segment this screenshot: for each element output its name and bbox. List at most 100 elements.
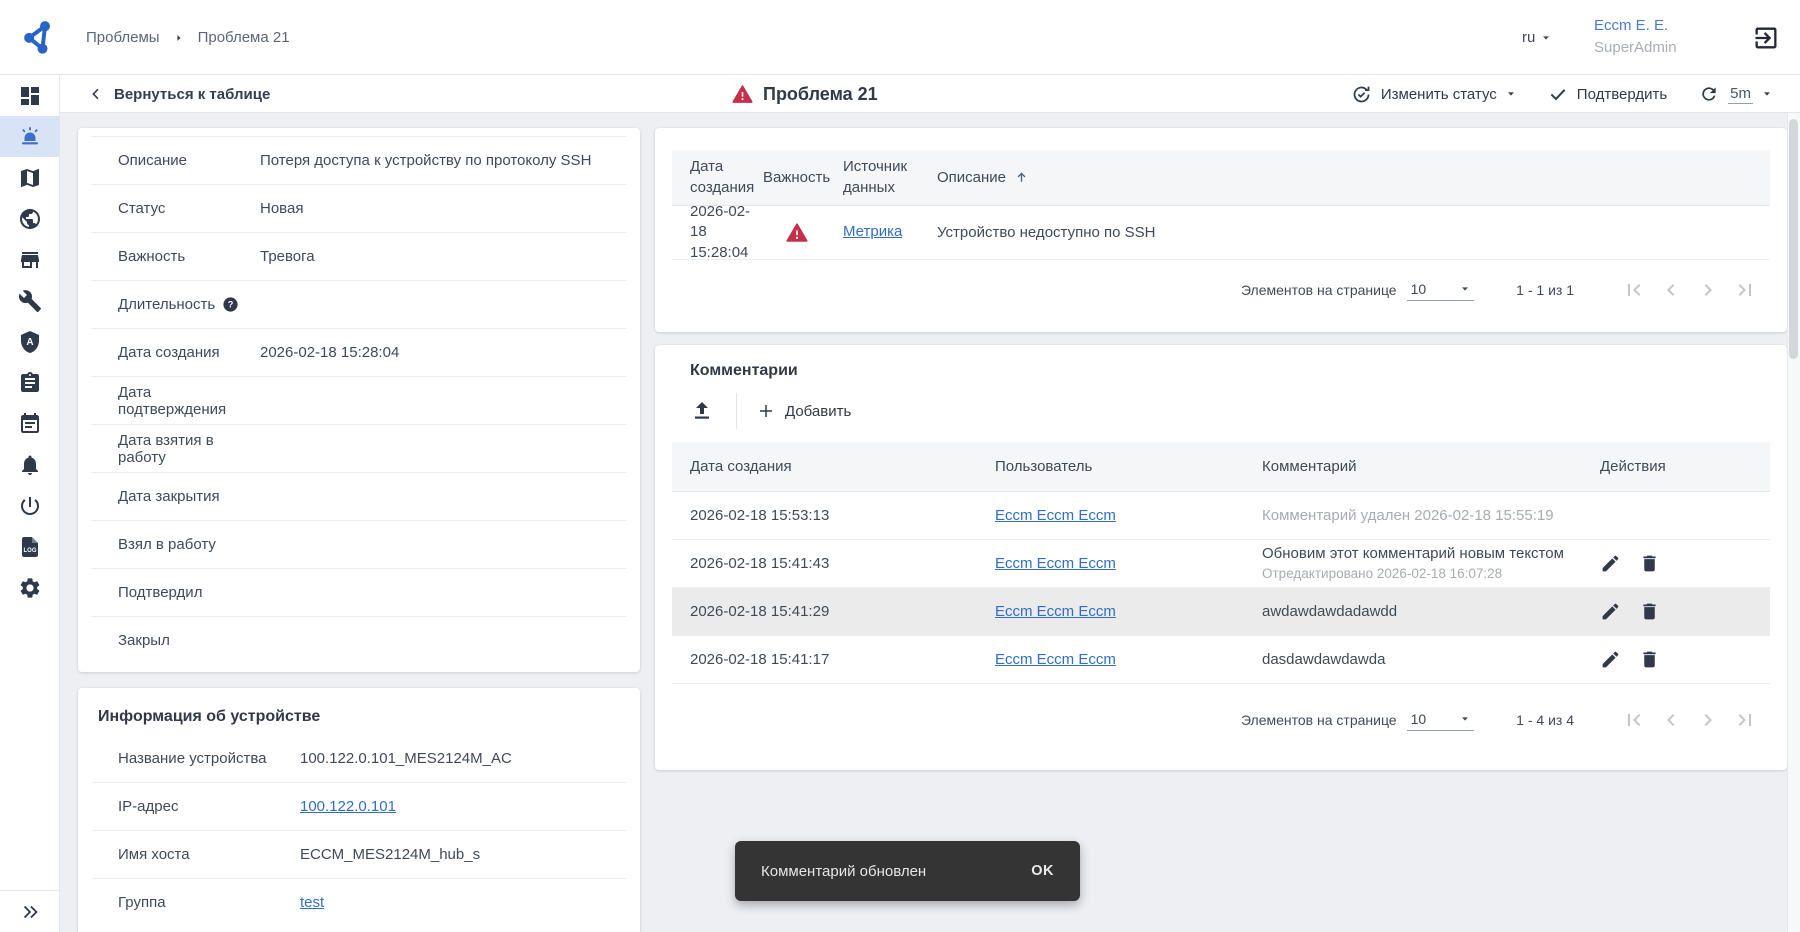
comment-text: dasdawdawdawda — [1255, 650, 1580, 670]
sidebar-item-map[interactable] — [0, 157, 60, 198]
chevron-down-icon — [1506, 89, 1516, 99]
ip-address-link[interactable]: 100.122.0.101 — [300, 798, 396, 815]
chevron-down-icon — [1541, 33, 1551, 43]
page-toolbar: Вернуться к таблице Проблема 21 Изменить… — [60, 75, 1800, 113]
group-link[interactable]: test — [300, 894, 324, 911]
next-page-icon[interactable] — [1696, 708, 1720, 732]
svg-text:?: ? — [228, 300, 234, 310]
edit-icon[interactable] — [1600, 553, 1621, 574]
comment-user-link[interactable]: Eccm Eccm Eccm — [995, 651, 1116, 668]
detail-row: Дата подтверждения — [92, 376, 626, 424]
event-description: Устройство недоступно по SSH — [932, 224, 1770, 241]
col-header-date: Дата создания — [672, 157, 757, 198]
sidebar-item-logs[interactable]: LOG — [0, 526, 60, 567]
dashboard-icon — [18, 84, 42, 108]
sidebar-item-automation[interactable]: A — [0, 321, 60, 362]
page-size-select[interactable]: 10 — [1407, 709, 1475, 731]
comment-row-highlighted: 2026-02-18 15:41:29 Eccm Eccm Eccm awdaw… — [672, 588, 1770, 636]
col-header-severity: Важность — [757, 169, 837, 186]
warning-triangle-icon — [786, 222, 808, 244]
breadcrumb-problems[interactable]: Проблемы — [86, 29, 160, 46]
sidebar-item-notifications[interactable] — [0, 444, 60, 485]
upload-icon[interactable] — [690, 399, 714, 423]
logout-icon[interactable] — [1752, 24, 1780, 52]
sidebar-item-settings[interactable] — [0, 567, 60, 608]
device-row: Имя хостаECCM_MES2124M_hub_s — [92, 830, 626, 878]
chevron-down-icon — [1460, 284, 1470, 294]
language-select[interactable]: ru — [1522, 0, 1551, 75]
events-card: Дата создания Важность Источник данных О… — [655, 128, 1787, 332]
events-table-header: Дата создания Важность Источник данных О… — [672, 150, 1770, 206]
comments-paginator: Элементов на странице 10 1 - 4 из 4 — [672, 684, 1770, 756]
sidebar-expand-button[interactable] — [0, 890, 60, 932]
log-file-icon: LOG — [18, 535, 42, 559]
comments-table-header: Дата создания Пользователь Комментарий Д… — [672, 442, 1770, 492]
paginator-range: 1 - 4 из 4 — [1516, 712, 1574, 728]
sidebar-item-inventory[interactable] — [0, 239, 60, 280]
sort-arrow-up-icon — [1014, 170, 1029, 185]
help-icon[interactable]: ? — [222, 296, 239, 313]
col-header-user: Пользователь — [990, 458, 1255, 475]
add-comment-button[interactable]: Добавить — [757, 402, 851, 420]
delete-icon[interactable] — [1639, 601, 1660, 622]
last-page-icon[interactable] — [1733, 708, 1757, 732]
last-page-icon[interactable] — [1733, 278, 1757, 302]
detail-row: Дата создания2026-02-18 15:28:04 — [92, 328, 626, 376]
calendar-icon — [18, 412, 42, 436]
sidebar-item-network[interactable] — [0, 198, 60, 239]
toast-ok-button[interactable]: OK — [1031, 863, 1054, 879]
sidebar-item-tools[interactable] — [0, 280, 60, 321]
sidebar-item-tasks[interactable] — [0, 362, 60, 403]
events-paginator: Элементов на странице 10 1 - 1 из 1 — [672, 260, 1770, 320]
main-content: ОписаниеПотеря доступа к устройству по п… — [60, 113, 1800, 932]
event-row: 2026-02-18 15:28:04 Метрика Устройство н… — [672, 206, 1770, 260]
change-status-button[interactable]: Изменить статус — [1351, 84, 1516, 105]
next-page-icon[interactable] — [1696, 278, 1720, 302]
clipboard-icon — [18, 371, 42, 395]
sidebar-item-power[interactable] — [0, 485, 60, 526]
device-row: IP-адрес100.122.0.101 — [92, 782, 626, 830]
user-name-link[interactable]: Eccm E. E. — [1594, 15, 1677, 37]
comment-user-link[interactable]: Eccm Eccm Eccm — [995, 555, 1116, 572]
event-date: 2026-02-18 15:28:04 — [672, 202, 757, 263]
problem-details-card: ОписаниеПотеря доступа к устройству по п… — [78, 128, 640, 672]
sync-status-icon — [1351, 84, 1372, 105]
prev-page-icon[interactable] — [1659, 278, 1683, 302]
col-header-comment: Комментарий — [1255, 457, 1580, 477]
sidebar-nav: A LOG — [0, 75, 60, 932]
delete-icon[interactable] — [1639, 649, 1660, 670]
first-page-icon[interactable] — [1622, 278, 1646, 302]
sidebar-item-calendar[interactable] — [0, 403, 60, 444]
sidebar-item-problems[interactable] — [0, 116, 60, 157]
refresh-interval-value: 5m — [1728, 85, 1753, 104]
detail-row: Закрыл — [92, 616, 626, 664]
toolbar-actions: Изменить статус Подтвердить 5m — [1351, 75, 1772, 113]
edit-icon[interactable] — [1600, 601, 1621, 622]
event-source-link[interactable]: Метрика — [843, 223, 902, 240]
page-size-select[interactable]: 10 — [1407, 279, 1475, 301]
delete-icon[interactable] — [1639, 553, 1660, 574]
confirm-button[interactable]: Подтвердить — [1548, 84, 1667, 104]
edit-icon[interactable] — [1600, 649, 1621, 670]
detail-row: Дата взятия в работу — [92, 424, 626, 472]
col-header-date: Дата создания — [672, 458, 990, 475]
scrollbar-thumb[interactable] — [1789, 119, 1798, 359]
alarm-light-icon — [18, 125, 42, 149]
first-page-icon[interactable] — [1622, 708, 1646, 732]
refresh-interval-control[interactable]: 5m — [1699, 84, 1772, 104]
comment-user-link[interactable]: Eccm Eccm Eccm — [995, 507, 1116, 524]
col-header-source: Источник данных — [837, 157, 932, 198]
map-icon — [18, 166, 42, 190]
comment-row: 2026-02-18 15:53:13 Eccm Eccm Eccm Комме… — [672, 492, 1770, 540]
comments-title: Комментарии — [690, 362, 1787, 380]
comment-user-link[interactable]: Eccm Eccm Eccm — [995, 603, 1116, 620]
col-header-description-sort[interactable]: Описание — [932, 169, 1770, 186]
sidebar-item-dashboard[interactable] — [0, 75, 60, 116]
chevron-down-icon — [1460, 714, 1470, 724]
sidebar-spacer — [0, 608, 59, 890]
double-chevron-right-icon — [19, 901, 41, 923]
back-to-table-button[interactable]: Вернуться к таблице — [88, 75, 270, 113]
comment-row: 2026-02-18 15:41:17 Eccm Eccm Eccm dasda… — [672, 636, 1770, 684]
prev-page-icon[interactable] — [1659, 708, 1683, 732]
comments-table: Дата создания Пользователь Комментарий Д… — [672, 442, 1770, 756]
